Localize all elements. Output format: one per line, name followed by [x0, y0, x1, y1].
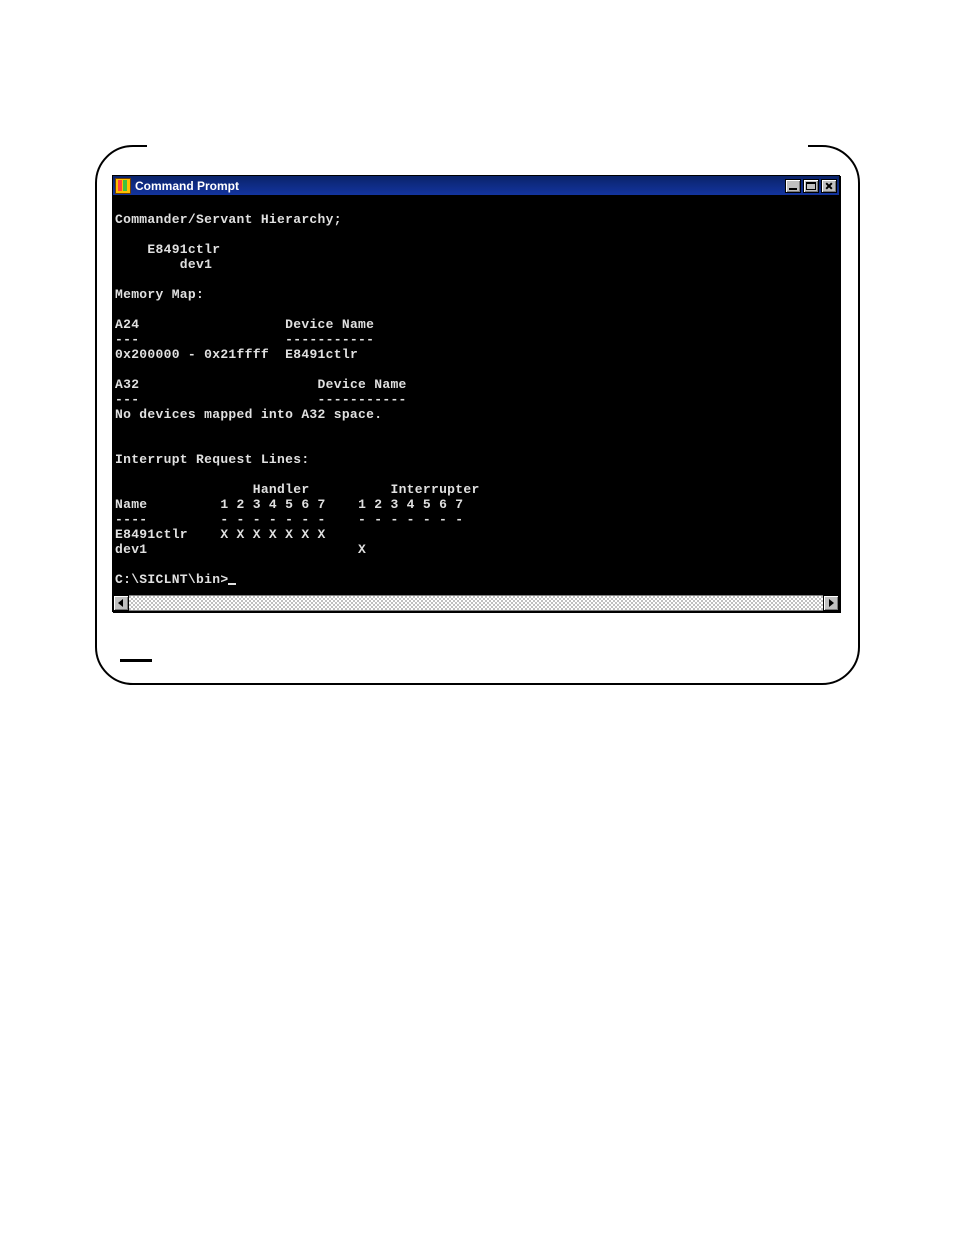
irq-handler-cols: 1 2 3 4 5 6 7 — [220, 497, 325, 512]
irq-row-2-interrupter: X — [358, 542, 366, 557]
irq-handler-header: Handler — [253, 482, 310, 497]
hierarchy-line-2: dev1 — [115, 257, 212, 272]
irq-name-header: Name — [115, 497, 147, 512]
hierarchy-heading: Commander/Servant Hierarchy; — [115, 212, 342, 227]
a24-label: A24 — [115, 317, 139, 332]
a32-label: A32 — [115, 377, 139, 392]
irq-row-1-handler: X X X X X X X — [220, 527, 325, 542]
irq-row-1-name: E8491ctlr — [115, 527, 188, 542]
a32-note: No devices mapped into A32 space. — [115, 407, 382, 422]
irq-interrupter-header: Interrupter — [390, 482, 479, 497]
a24-device-header: Device Name — [285, 317, 374, 332]
memory-map-heading: Memory Map: — [115, 287, 204, 302]
irq-row-2-name: dev1 — [115, 542, 147, 557]
minimize-button[interactable] — [785, 179, 801, 193]
irq-heading: Interrupt Request Lines: — [115, 452, 309, 467]
a24-range: 0x200000 - 0x21ffff — [115, 347, 269, 362]
horizontal-scrollbar[interactable] — [113, 595, 839, 611]
scroll-track[interactable] — [129, 595, 823, 611]
frame-top-gap — [147, 143, 808, 151]
hierarchy-line-1: E8491ctlr — [115, 242, 220, 257]
scroll-right-button[interactable] — [823, 595, 839, 611]
a24-device: E8491ctlr — [285, 347, 358, 362]
terminal-output: Commander/Servant Hierarchy; E8491ctlr d… — [113, 195, 839, 595]
close-button[interactable] — [821, 179, 837, 193]
scroll-left-button[interactable] — [113, 595, 129, 611]
prompt[interactable]: C:\SICLNT\bin> — [115, 572, 228, 587]
window-title: Command Prompt — [135, 179, 239, 193]
command-prompt-window: Command Prompt Commander/Servant Hierarc… — [112, 175, 840, 612]
title-bar: Command Prompt — [113, 176, 839, 195]
a32-device-header: Device Name — [318, 377, 407, 392]
cursor-icon — [228, 583, 236, 585]
irq-interrupter-cols: 1 2 3 4 5 6 7 — [358, 497, 463, 512]
title-bar-buttons — [785, 179, 839, 193]
command-prompt-icon — [115, 178, 131, 194]
stray-underline — [120, 659, 152, 662]
maximize-button[interactable] — [803, 179, 819, 193]
